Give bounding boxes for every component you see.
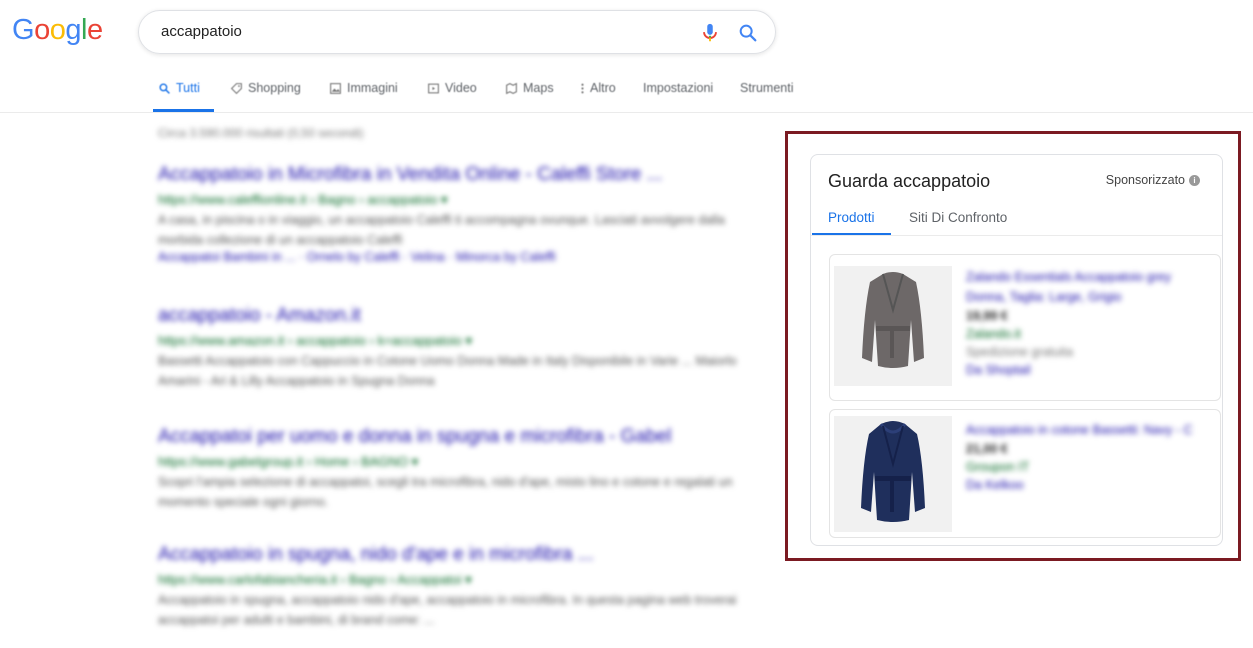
product-title[interactable]: Zalando Essentials Accappatoio grey Donn… xyxy=(966,267,1211,307)
search-box xyxy=(138,10,776,54)
search-result: Accappatoio in spugna, nido d'ape e in m… xyxy=(158,544,758,630)
panel-title: Guarda accappatoio xyxy=(828,171,991,191)
result-title[interactable]: Accappatoi per uomo e donna in spugna e … xyxy=(158,426,758,448)
tab-label: Immagini xyxy=(347,81,398,95)
product-info: Zalando Essentials Accappatoio grey Donn… xyxy=(966,267,1211,377)
product-by[interactable]: Da Kelkoo xyxy=(966,478,1211,492)
result-title[interactable]: Accappatoio in Microfibra in Vendita Onl… xyxy=(158,164,758,186)
result-title[interactable]: Accappatoio in spugna, nido d'ape e in m… xyxy=(158,544,758,566)
video-icon xyxy=(428,83,439,93)
tab-immagini[interactable]: Immagini xyxy=(329,81,398,95)
tab-strumenti[interactable]: Strumenti xyxy=(740,81,794,95)
product-price: 21,00 € xyxy=(966,442,1008,456)
result-snippet: Scopri l'ampia selezione di accappatoi, … xyxy=(158,475,733,509)
result-snippet: A casa, in piscina o in viaggio, un acca… xyxy=(158,213,725,247)
logo-letter: G xyxy=(12,14,35,46)
tab-shopping[interactable]: Shopping xyxy=(230,81,301,95)
tab-video[interactable]: Video xyxy=(427,81,477,95)
search-icon[interactable] xyxy=(737,22,759,44)
tab-altro[interactable]: Altro xyxy=(580,81,616,95)
navy-bathrobe-image[interactable] xyxy=(834,416,952,532)
active-tab-indicator xyxy=(153,109,214,112)
product-info: Accappatoio in cotone Bassetti: Navy - C… xyxy=(966,420,1211,492)
map-icon xyxy=(506,82,517,94)
sponsored-label[interactable]: Sponsorizzato i xyxy=(1106,173,1200,187)
result-url[interactable]: https://www.gabelgroup.it › Home › BAGNO… xyxy=(158,454,758,470)
tab-tutti[interactable]: Tutti xyxy=(158,81,200,95)
result-url[interactable]: https://www.caleffionline.it › Bagno › a… xyxy=(158,192,758,208)
info-icon[interactable]: i xyxy=(1189,174,1200,186)
search-icon xyxy=(159,82,170,94)
product-card[interactable]: Accappatoio in cotone Bassetti: Navy - C… xyxy=(829,409,1221,538)
bathrobe-icon xyxy=(861,421,925,522)
sponsored-text: Sponsorizzato xyxy=(1105,173,1185,187)
image-icon xyxy=(330,82,341,94)
search-result: Accappatoi per uomo e donna in spugna e … xyxy=(158,426,758,512)
active-panel-tab-indicator xyxy=(812,233,891,235)
tab-maps[interactable]: Maps xyxy=(505,81,554,95)
logo-letter: g xyxy=(65,14,81,46)
tab-label: Shopping xyxy=(248,81,301,95)
shopping-ads-panel: Guarda accappatoio Sponsorizzato i Prodo… xyxy=(810,154,1223,546)
tab-label: Tutti xyxy=(176,81,200,95)
search-input[interactable] xyxy=(159,22,663,41)
product-price: 19,99 € xyxy=(966,309,1008,323)
result-url[interactable]: https://www.amazon.it › accappatoio › k=… xyxy=(158,333,758,349)
result-title[interactable]: accappatoio - Amazon.it xyxy=(158,305,758,327)
panel-tabs: Prodotti Siti Di Confronto xyxy=(811,207,1222,236)
product-by[interactable]: Da Shoptail xyxy=(966,363,1211,377)
result-url[interactable]: https://www.carlofabiancheria.it › Bagno… xyxy=(158,572,758,588)
product-store: Groupon IT xyxy=(966,460,1030,474)
tab-label: Maps xyxy=(523,81,554,95)
tab-label: Impostazioni xyxy=(643,81,714,95)
product-store: Zalando.it xyxy=(966,327,1021,341)
google-logo[interactable]: Google xyxy=(12,14,103,47)
bathrobe-icon xyxy=(862,272,924,368)
search-result: Accappatoio in Microfibra in Vendita Onl… xyxy=(158,164,758,264)
product-shipping: Spedizione gratuita xyxy=(966,345,1074,359)
logo-letter: o xyxy=(49,14,66,46)
tag-icon xyxy=(230,82,242,94)
product-title[interactable]: Accappatoio in cotone Bassetti: Navy - C xyxy=(966,420,1211,440)
logo-letter: e xyxy=(86,14,103,46)
product-card[interactable]: Zalando Essentials Accappatoio grey Donn… xyxy=(829,254,1221,401)
search-result: accappatoio - Amazon.it https://www.amaz… xyxy=(158,305,758,391)
result-sitelinks[interactable]: Accappatoi Bambini in ... · Ornelo by Ca… xyxy=(158,250,758,264)
grey-bathrobe-image[interactable] xyxy=(834,266,952,386)
result-snippet: Accappatoio in spugna, accappatoio nido … xyxy=(158,593,737,627)
tab-label: Strumenti xyxy=(740,81,794,95)
search-tabs: Tutti Shopping Immagini Video Maps Altro… xyxy=(0,72,1253,113)
tab-prodotti[interactable]: Prodotti xyxy=(828,210,875,225)
mic-icon[interactable] xyxy=(699,22,721,44)
tab-siti-di-confronto[interactable]: Siti Di Confronto xyxy=(909,210,1007,225)
tab-impostazioni[interactable]: Impostazioni xyxy=(643,81,713,95)
more-icon xyxy=(581,83,584,93)
result-snippet: Bassetti Accappatoio con Cappuccio in Co… xyxy=(158,354,737,388)
result-stats: Circa 3.590.000 risultati (0,50 secondi) xyxy=(158,126,364,140)
tab-label: Video xyxy=(445,81,477,95)
logo-letter: o xyxy=(34,14,50,46)
tab-label: Altro xyxy=(590,81,616,95)
